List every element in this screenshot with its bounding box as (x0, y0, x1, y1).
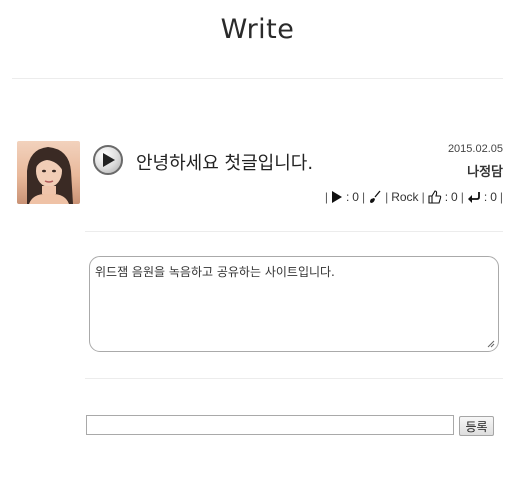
post-title: 안녕하세요 첫글입니다. (136, 153, 314, 174)
play-button[interactable] (93, 145, 123, 175)
genre-label: Rock (391, 190, 419, 204)
stats-separator: | (324, 190, 328, 204)
stats-separator: | (361, 190, 366, 204)
stats-separator: | (499, 190, 503, 204)
stats-separator: | (421, 190, 425, 204)
post-content-textarea[interactable]: 위드잼 음원을 녹음하고 공유하는 사이트입니다. (89, 256, 499, 352)
reply-count-label: : (483, 190, 488, 204)
play-count: 0 (352, 190, 359, 204)
guitar-icon (370, 190, 381, 203)
post-divider (85, 231, 503, 232)
stats-separator: | (385, 190, 389, 204)
like-count: 0 (451, 190, 458, 204)
content-divider (85, 378, 503, 379)
resize-grip-icon[interactable] (487, 340, 495, 348)
reply-count: 0 (490, 190, 497, 204)
post-stats: | : 0 | | Rock | : 0 | : 0 | (325, 190, 503, 204)
play-icon (103, 153, 115, 167)
post-date: 2015.02.05 (447, 143, 503, 155)
comment-input[interactable] (86, 415, 454, 435)
thumbs-up-icon[interactable] (428, 190, 442, 204)
page-title: Write (220, 14, 295, 45)
stats-separator: | (460, 190, 464, 204)
play-count-icon (331, 191, 342, 203)
like-count-label: : (444, 190, 449, 204)
header-divider (12, 78, 503, 79)
avatar (17, 141, 80, 204)
play-count-label: : (345, 190, 350, 204)
submit-button[interactable]: 등록 (459, 416, 494, 436)
post-content: 위드잼 음원을 녹음하고 공유하는 사이트입니다. (95, 265, 335, 279)
reply-icon[interactable] (467, 191, 481, 203)
post-author: 나정담 (467, 165, 503, 180)
